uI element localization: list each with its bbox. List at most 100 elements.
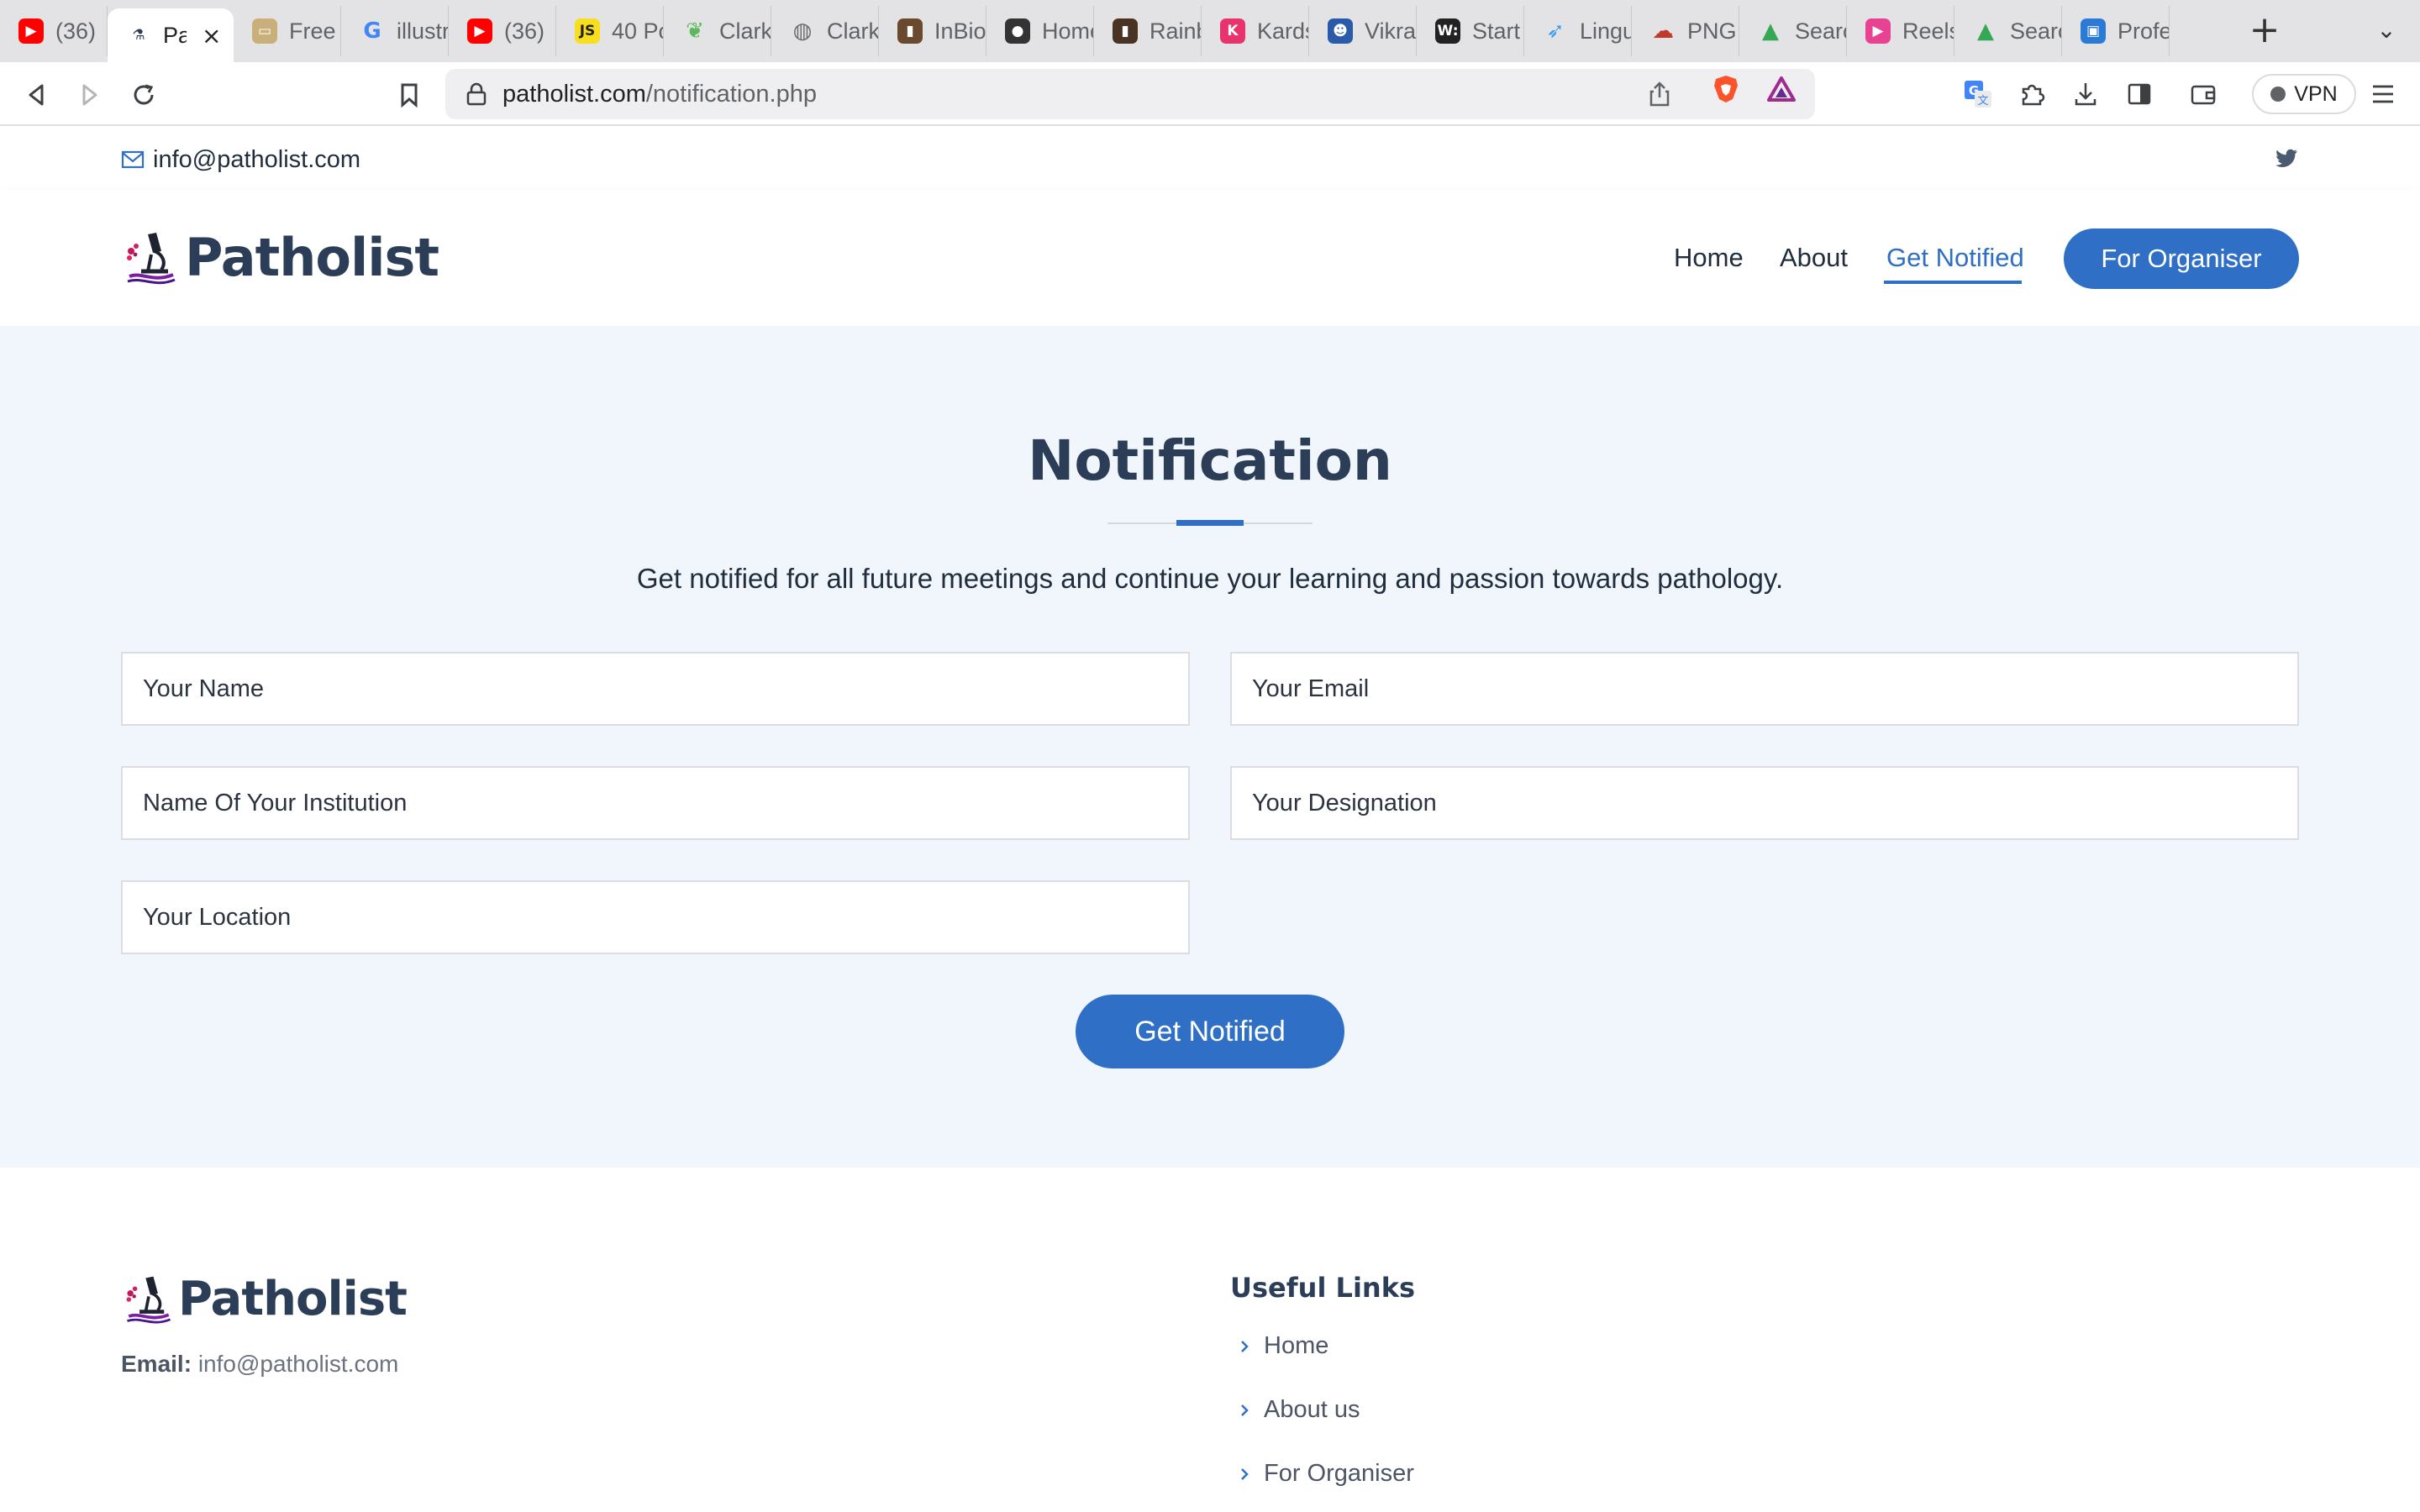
nav-about[interactable]: About — [1780, 190, 1848, 326]
brave-rewards-icon[interactable] — [1766, 76, 1797, 102]
address-bar[interactable]: patholist.com/notification.php — [445, 69, 1815, 119]
location-field[interactable] — [121, 880, 1190, 954]
browser-tab[interactable]: ▣ Profe — [2062, 6, 2170, 56]
footer-link-about[interactable]: About us — [1239, 1396, 1360, 1424]
tab-title: Vikra — [1365, 18, 1416, 44]
vpn-label: VPN — [2294, 81, 2338, 106]
browser-tab[interactable]: ▶ Reels — [1847, 6, 1954, 56]
tab-title: Searc — [1795, 18, 1846, 44]
extensions-puzzle-icon[interactable] — [2015, 77, 2049, 111]
svg-text:文: 文 — [1977, 95, 1988, 108]
tab-title: illustr — [397, 18, 448, 44]
browser-tab[interactable]: JS 40 Pc — [556, 6, 664, 56]
email-field[interactable] — [1230, 652, 2299, 726]
microscope-logo-icon — [126, 1276, 171, 1323]
tab-title: Start — [1472, 18, 1521, 44]
tab-title: Clark — [827, 18, 878, 44]
tab-title: Lingu — [1580, 18, 1631, 44]
notification-section: Notification Get notified for all future… — [0, 326, 2420, 1168]
browser-menu-icon[interactable] — [2366, 77, 2400, 111]
bookmark-button[interactable] — [388, 74, 430, 116]
browser-tab[interactable]: ▭ Free — [234, 6, 341, 56]
w-icon: W: — [1435, 18, 1460, 44]
browser-tab[interactable]: ● Home — [986, 6, 1094, 56]
for-organiser-button[interactable]: For Organiser — [2064, 228, 2299, 289]
patholist-favicon: ⚗ — [132, 27, 145, 44]
tab-title: (36) — [55, 18, 97, 44]
institution-field[interactable] — [121, 766, 1190, 840]
browser-tab[interactable]: ▶ (36) — [449, 6, 556, 56]
footer-logo[interactable]: Patholist — [123, 1272, 408, 1326]
google-icon: G — [363, 18, 381, 44]
browser-tab[interactable]: ▲ Searc — [1739, 6, 1847, 56]
downloads-icon[interactable] — [2069, 77, 2102, 111]
topbar-email[interactable]: info@patholist.com — [121, 126, 360, 193]
back-button[interactable] — [15, 74, 57, 116]
globe-icon: ◍ — [792, 18, 813, 44]
forward-button[interactable] — [69, 74, 111, 116]
footer-link-home[interactable]: Home — [1239, 1332, 1328, 1360]
site-footer: Patholist Email: info@patholist.com Usef… — [0, 1168, 2420, 1512]
browser-tab[interactable]: ▲ Searc — [1954, 6, 2062, 56]
share-icon[interactable] — [1647, 81, 1672, 108]
k-icon: K — [1220, 18, 1245, 44]
footer-email-value[interactable]: info@patholist.com — [198, 1351, 399, 1377]
page-title: Notification — [1028, 428, 1392, 493]
footer-link-organiser[interactable]: For Organiser — [1239, 1460, 1414, 1488]
footer-link-label: About us — [1264, 1396, 1360, 1423]
browser-tab[interactable]: ➶ Lingu — [1524, 6, 1632, 56]
nav-home[interactable]: Home — [1674, 190, 1744, 326]
chevron-right-icon — [1241, 1340, 1249, 1352]
reload-button[interactable] — [123, 74, 165, 116]
tab-title: (36) — [504, 18, 545, 44]
back-arrow-icon — [29, 84, 44, 106]
new-tab-button[interactable]: + — [2244, 10, 2286, 52]
profile-icon: ▣ — [2081, 18, 2106, 44]
url-text[interactable]: patholist.com/notification.php — [502, 69, 817, 119]
site-logo[interactable]: Patholist — [123, 227, 439, 288]
browser-tab[interactable]: ◍ Clark — [771, 6, 879, 56]
browser-tab[interactable]: W: Start — [1417, 6, 1524, 56]
browser-tab[interactable]: ▶ (36) — [0, 6, 108, 56]
tab-search-menu-button[interactable]: ⌄ — [2370, 12, 2403, 49]
site-header: Patholist Home About Get Notified For Or… — [0, 190, 2420, 326]
url-host: patholist.com — [502, 81, 646, 108]
footer-email: Email: info@patholist.com — [121, 1351, 398, 1378]
nav-get-notified[interactable]: Get Notified — [1886, 190, 2024, 326]
tab-title: Reels — [1902, 18, 1954, 44]
browser-tab[interactable]: ▮ InBio — [879, 6, 986, 56]
footer-email-label: Email: — [121, 1351, 192, 1377]
microscope-logo-icon — [127, 232, 176, 284]
portrait-icon: ▮ — [897, 18, 923, 44]
brave-shields-icon[interactable] — [1711, 74, 1741, 104]
browser-tab[interactable]: ▮ Rainb — [1094, 6, 1202, 56]
get-notified-submit-button[interactable]: Get Notified — [1076, 995, 1344, 1068]
twitter-icon[interactable] — [2275, 146, 2299, 170]
logo-text: Patholist — [185, 227, 439, 288]
designation-field[interactable] — [1230, 766, 2299, 840]
browser-tab-strip: ▶(36)⚗Pa×▭FreeGillustr▶(36)JS40 Pc❦Clark… — [0, 0, 2420, 62]
browser-tab[interactable]: ❦ Clark — [664, 6, 771, 56]
tab-title: Rainb — [1150, 18, 1201, 44]
browser-tab[interactable]: Gillustr — [341, 6, 449, 56]
wallet-icon[interactable] — [2186, 77, 2220, 111]
browser-tab[interactable]: ☁ PNG — [1632, 6, 1739, 56]
browser-tab[interactable]: K Kards — [1202, 6, 1309, 56]
translate-extension-icon[interactable]: G文 — [1961, 77, 1995, 111]
footer-logo-text: Patholist — [178, 1272, 408, 1326]
sidebar-toggle-icon[interactable] — [2123, 77, 2156, 111]
name-field[interactable] — [121, 652, 1190, 726]
avatar-icon: ● — [1005, 18, 1030, 44]
title-divider-accent — [1176, 520, 1244, 526]
browser-tab[interactable]: ⚗ Pa × — [108, 8, 234, 62]
bird-icon: ➶ — [1546, 18, 1565, 44]
browser-tab[interactable]: ☻ Vikra — [1309, 6, 1417, 56]
tab-list: ▶(36)⚗Pa×▭FreeGillustr▶(36)JS40 Pc❦Clark… — [0, 0, 2170, 62]
drive-icon: ▲ — [1762, 18, 1779, 44]
tab-title: Pa — [163, 22, 187, 48]
vpn-button[interactable]: VPN — [2252, 74, 2356, 114]
tab-close-icon[interactable]: × — [202, 22, 221, 50]
chevron-right-icon — [1241, 1467, 1249, 1480]
vpn-status-dot — [2270, 87, 2286, 102]
footer-link-label: For Organiser — [1264, 1460, 1414, 1487]
